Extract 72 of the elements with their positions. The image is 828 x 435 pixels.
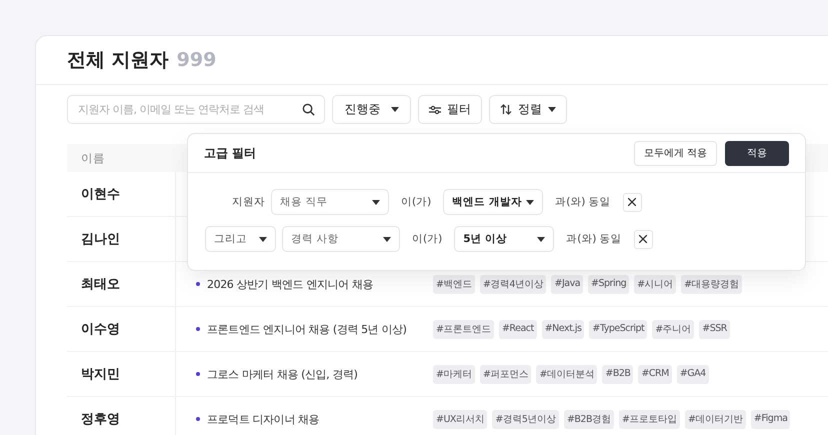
caret-icon	[390, 107, 398, 112]
tag: #마케터	[433, 364, 475, 384]
caret-icon	[372, 200, 380, 204]
search-icon	[302, 103, 315, 116]
tag: #대용량경험	[681, 274, 742, 294]
tag: #데이터기반	[684, 410, 746, 428]
field-dropdown[interactable]: 채용 직무	[271, 189, 389, 215]
tag: #Spring	[588, 274, 630, 294]
particle-text: 이(가)	[401, 195, 432, 209]
remove-condition-button[interactable]	[634, 230, 653, 248]
tag: #CRM	[638, 364, 672, 384]
tag: #B2B	[602, 364, 634, 384]
bullet-icon	[196, 372, 200, 376]
tag: #퍼포먼스	[480, 364, 532, 384]
bullet-icon	[196, 327, 200, 331]
caret-icon	[526, 200, 534, 204]
tag: #Figma	[750, 410, 790, 428]
tag: #React	[498, 320, 537, 338]
sort-icon	[500, 104, 512, 115]
bullet-icon	[196, 282, 200, 286]
tag: #프로토타입	[618, 410, 680, 428]
operator-text: 과(와) 동일	[566, 232, 622, 246]
tag: #시니어	[634, 274, 676, 294]
apply-all-button[interactable]: 모두에게 적용	[634, 140, 717, 166]
applicant-name: 이수영	[81, 321, 120, 338]
tag: #프론트엔드	[433, 320, 494, 338]
tag: #UX리서치	[433, 410, 488, 428]
tag: #GA4	[676, 364, 709, 384]
status-dropdown[interactable]: 진행중	[332, 95, 411, 124]
tag: #SSR	[699, 320, 730, 338]
page-title: 전체 지원자	[67, 48, 169, 73]
value-dropdown[interactable]: 5년 이상	[454, 226, 554, 252]
caret-icon	[259, 236, 267, 242]
tag: #B2B경험	[564, 410, 614, 428]
tag: #Next.js	[542, 320, 584, 338]
job-posting: 프로덕트 디자이너 채용	[207, 412, 320, 426]
tag: #경력4년이상	[480, 274, 546, 294]
close-icon	[639, 235, 648, 243]
tag: #TypeScript	[589, 320, 648, 338]
job-posting: 2026 상반기 백엔드 엔지니어 채용	[207, 276, 373, 292]
applicant-name: 정후영	[81, 411, 120, 428]
tag: #주니어	[652, 320, 694, 338]
operator-text: 과(와) 동일	[555, 195, 611, 209]
job-posting: 그로스 마케터 채용 (신입, 경력)	[207, 366, 358, 382]
conjunction-dropdown[interactable]: 그리고	[205, 226, 276, 252]
particle-text: 이(가)	[412, 232, 442, 246]
condition-label: 지원자	[231, 195, 265, 209]
tag: #경력5년이상	[492, 410, 559, 428]
tag: #데이터분석	[536, 364, 598, 384]
caret-icon	[537, 236, 546, 242]
panel-title: 고급 필터	[204, 144, 256, 162]
applicant-count: 999	[176, 49, 216, 71]
column-header: 이름	[81, 150, 105, 166]
value-dropdown[interactable]: 백엔드 개발자	[443, 189, 544, 215]
caret-icon	[548, 107, 556, 112]
apply-button[interactable]: 적용	[725, 140, 789, 166]
tag: #백엔드	[433, 274, 475, 294]
job-posting: 프론트엔드 엔지니어 채용 (경력 5년 이상)	[207, 322, 406, 336]
bullet-icon	[196, 417, 200, 421]
tag: #Java	[551, 274, 584, 294]
caret-icon	[383, 236, 391, 242]
applicant-name: 김나인	[81, 231, 120, 248]
field-dropdown[interactable]: 경력 사항	[282, 226, 400, 252]
search-field[interactable]: 지원자 이름, 이메일 또는 연락처로 검색	[67, 95, 325, 124]
sort-button[interactable]: 정렬	[489, 95, 567, 124]
sliders-icon	[429, 104, 441, 114]
applicant-name: 이현수	[81, 186, 120, 203]
close-icon	[628, 198, 636, 206]
remove-condition-button[interactable]	[622, 192, 642, 212]
applicant-name: 최태오	[81, 276, 120, 293]
filter-button[interactable]: 필터	[418, 95, 482, 124]
applicant-name: 박지민	[81, 366, 120, 383]
